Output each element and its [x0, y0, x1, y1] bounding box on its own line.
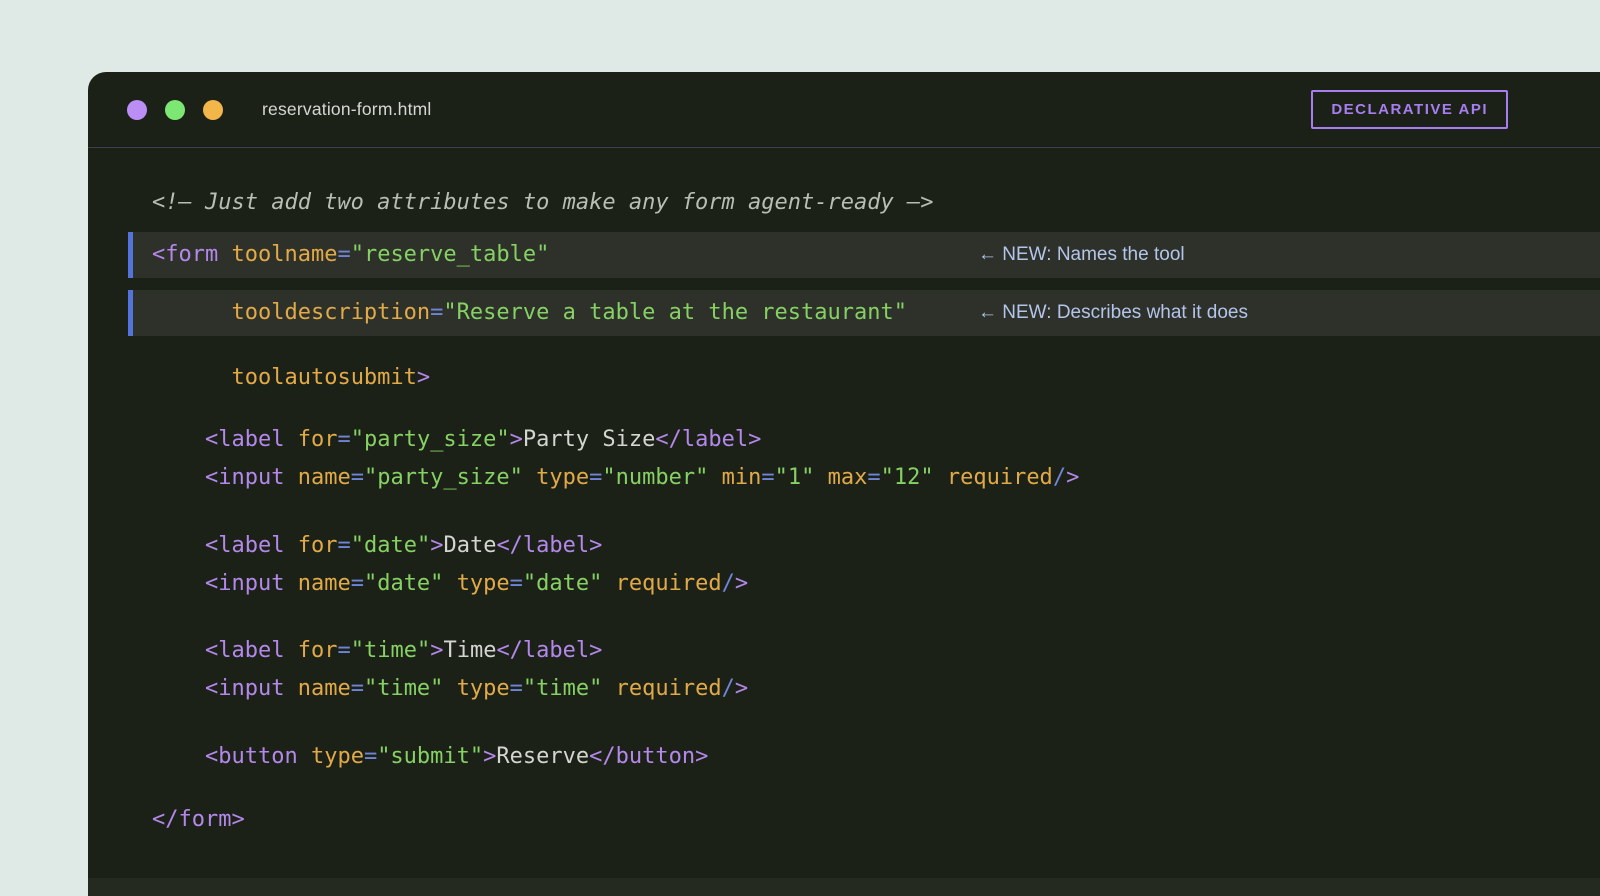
code-gap — [88, 603, 1600, 632]
code-line: <input name="time" type="time" required/… — [88, 670, 1600, 708]
code-editor-window: reservation-form.html DECLARATIVE API <!… — [88, 72, 1600, 896]
code-tokens: toolautosubmit> — [152, 365, 430, 390]
highlighted-code-line: tooldescription="Reserve a table at the … — [128, 290, 1600, 336]
code-tokens: <!— Just add two attributes to make any … — [152, 190, 933, 215]
window-control-minimize-icon[interactable] — [165, 100, 185, 120]
code-line: <label for="date">Date</label> — [88, 527, 1600, 565]
code-line: <input name="party_size" type="number" m… — [88, 459, 1600, 497]
code-tokens: tooldescription="Reserve a table at the … — [152, 300, 907, 325]
code-line: <input name="date" type="date" required/… — [88, 565, 1600, 603]
code-tokens: <form toolname="reserve_table" — [152, 242, 549, 267]
code-comment-line: <!— Just add two attributes to make any … — [88, 184, 1600, 222]
code-tokens: <input name="party_size" type="number" m… — [152, 465, 1079, 490]
window-footer-strip — [88, 878, 1600, 896]
code-line: </form> — [88, 801, 1600, 839]
code-gap — [88, 708, 1600, 738]
code-tokens: <button type="submit">Reserve</button> — [152, 744, 708, 769]
highlight-bar — [128, 290, 133, 336]
code-gap — [88, 497, 1600, 527]
code-gap — [88, 397, 1600, 421]
code-tokens: <label for="date">Date</label> — [152, 533, 602, 558]
code-tokens: <label for="party_size">Party Size</labe… — [152, 427, 761, 452]
code-gap — [88, 278, 1600, 290]
code-tokens: <input name="date" type="date" required/… — [152, 571, 748, 596]
traffic-light-buttons — [127, 100, 223, 120]
code-line: <label for="party_size">Party Size</labe… — [88, 421, 1600, 459]
declarative-api-badge: DECLARATIVE API — [1311, 90, 1508, 129]
code-gap — [88, 776, 1600, 801]
inline-annotation: ← NEW: Names the tool — [978, 232, 1185, 278]
code-gap — [88, 336, 1600, 359]
code-line: toolautosubmit> — [88, 359, 1600, 397]
window-title: reservation-form.html — [262, 99, 432, 120]
code-line: <button type="submit">Reserve</button> — [88, 738, 1600, 776]
code-tokens: </form> — [152, 807, 245, 832]
code-tokens: <label for="time">Time</label> — [152, 638, 602, 663]
inline-annotation: ← NEW: Describes what it does — [978, 290, 1248, 336]
window-titlebar: reservation-form.html DECLARATIVE API — [88, 72, 1600, 148]
window-control-maximize-icon[interactable] — [203, 100, 223, 120]
code-tokens: <input name="time" type="time" required/… — [152, 676, 748, 701]
highlight-bar — [128, 232, 133, 278]
window-control-close-icon[interactable] — [127, 100, 147, 120]
highlighted-code-line: <form toolname="reserve_table" ← NEW: Nam… — [128, 232, 1600, 278]
code-area: <!— Just add two attributes to make any … — [88, 148, 1600, 839]
code-line: <label for="time">Time</label> — [88, 632, 1600, 670]
code-gap — [88, 222, 1600, 232]
